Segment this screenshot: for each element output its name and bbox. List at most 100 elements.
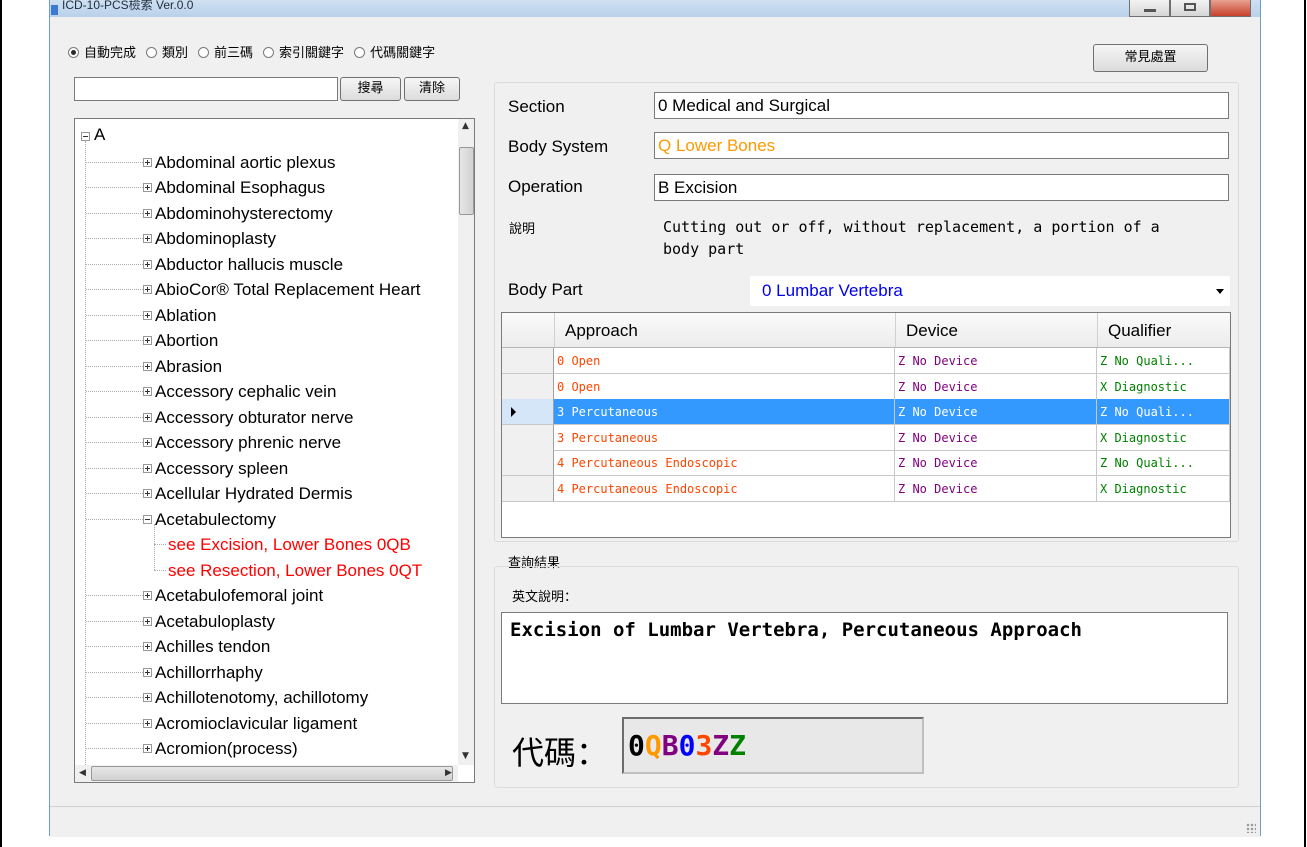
tree-scroll-thumb[interactable] — [459, 147, 474, 215]
minimize-button[interactable] — [1129, 0, 1170, 17]
search-mode-radio[interactable]: 索引關鍵字 — [263, 42, 344, 61]
grid-cell-device[interactable]: Z No Device — [895, 373, 1097, 400]
grid-cell-approach[interactable]: 0 Open — [554, 373, 895, 400]
radio-icon[interactable] — [263, 47, 275, 58]
tree-node-label[interactable]: Abdominal Esophagus — [155, 175, 325, 200]
tree-node-label[interactable]: Accessory phrenic nerve — [155, 430, 341, 455]
clear-button[interactable]: 清除 — [404, 77, 460, 101]
tree-node-label[interactable]: Achilles tendon — [155, 634, 270, 659]
column-header-qualifier[interactable]: Qualifier — [1097, 313, 1230, 347]
grid-cell-approach[interactable]: 3 Percutaneous — [554, 424, 895, 451]
tree-node-label[interactable]: Acromion(process) — [155, 736, 298, 761]
expand-icon[interactable] — [143, 438, 152, 447]
expand-icon[interactable] — [143, 489, 152, 498]
expand-icon[interactable] — [143, 387, 152, 396]
scroll-down-icon[interactable]: ▼ — [462, 751, 469, 761]
expand-icon[interactable] — [143, 208, 152, 218]
row-header[interactable] — [502, 424, 554, 451]
tree-node-label[interactable]: Abdominal aortic plexus — [155, 150, 335, 175]
grid-cell-device[interactable]: Z No Device — [895, 399, 1097, 426]
grid-cell-device[interactable]: Z No Device — [895, 348, 1097, 374]
grid-cell-approach[interactable]: 4 Percutaneous Endoscopic — [554, 476, 895, 502]
tree-node-label[interactable]: Acromioclavicular ligament — [155, 711, 357, 736]
tree-node-label[interactable]: Accessory obturator nerve — [155, 405, 353, 430]
grid-cell-qualifier[interactable]: X Diagnostic — [1097, 476, 1230, 502]
search-input[interactable] — [74, 77, 338, 101]
radio-icon[interactable] — [354, 47, 366, 58]
grid-cell-device[interactable]: Z No Device — [895, 450, 1097, 477]
close-button[interactable] — [1210, 0, 1251, 17]
expand-icon[interactable] — [143, 693, 152, 702]
tree-horizontal-scrollbar[interactable]: ◀ ▶ — [75, 765, 458, 782]
tree-node-label[interactable]: Accessory cephalic vein — [155, 379, 336, 404]
grid-row[interactable]: 4 Percutaneous Endoscopic Z No Device Z No… — [502, 450, 1230, 477]
expand-icon[interactable] — [143, 642, 152, 651]
tree-node-label[interactable]: Acetabulectomy — [155, 507, 276, 532]
tree-node-label[interactable]: Abrasion — [155, 354, 222, 379]
collapse-icon[interactable] — [81, 132, 90, 141]
grid-row[interactable]: 3 Percutaneous Z No Device Z No Quali... — [502, 399, 1230, 426]
index-tree[interactable]: A Abdominal aortic plexus Abdominal Esopha… — [74, 118, 475, 783]
expand-icon[interactable] — [143, 463, 152, 473]
search-mode-radio[interactable]: 類別 — [146, 42, 188, 61]
column-header-device[interactable]: Device — [895, 313, 1097, 347]
tree-node-label[interactable]: Abdominohysterectomy — [155, 201, 333, 226]
grid-cell-qualifier[interactable]: X Diagnostic — [1097, 373, 1230, 400]
tree-node-label[interactable]: Acetabuloplasty — [155, 609, 275, 634]
expand-icon[interactable] — [143, 157, 152, 167]
body-part-dropdown[interactable]: 0 Lumbar Vertebra — [750, 276, 1230, 306]
grid-cell-qualifier[interactable]: Z No Quali... — [1097, 450, 1230, 477]
tree-node-label[interactable]: Abductor hallucis muscle — [155, 252, 343, 277]
search-button[interactable]: 搜尋 — [340, 77, 401, 101]
tree-node-label[interactable]: Abdominoplasty — [155, 226, 276, 251]
tree-node-label[interactable]: Abortion — [155, 328, 218, 353]
row-header[interactable] — [502, 348, 554, 374]
search-mode-radio[interactable]: 前三碼 — [198, 42, 253, 61]
expand-icon[interactable] — [143, 234, 152, 243]
grid-cell-device[interactable]: Z No Device — [895, 476, 1097, 502]
expand-icon[interactable] — [143, 285, 152, 294]
chevron-down-icon[interactable] — [1216, 289, 1224, 294]
radio-icon[interactable] — [146, 47, 158, 58]
grid-cell-device[interactable]: Z No Device — [895, 424, 1097, 451]
grid-cell-qualifier[interactable]: X Diagnostic — [1097, 424, 1230, 451]
grid-row[interactable]: 3 Percutaneous Z No Device X Diagnostic — [502, 424, 1230, 451]
tree-node-label[interactable]: Ablation — [155, 303, 216, 328]
row-header[interactable] — [502, 476, 554, 502]
tree-node-label[interactable]: Achillotenotomy, achillotomy — [155, 685, 368, 710]
tree-leaf-link[interactable]: see Resection, Lower Bones 0QT — [168, 558, 422, 583]
expand-icon[interactable] — [143, 336, 152, 345]
tree-node-label[interactable]: Achillorrhaphy — [155, 660, 263, 685]
row-header[interactable] — [502, 373, 554, 400]
expand-icon[interactable] — [143, 361, 152, 371]
expand-icon[interactable] — [143, 591, 152, 600]
grid-row[interactable]: 0 Open Z No Device X Diagnostic — [502, 373, 1230, 400]
expand-icon[interactable] — [143, 616, 152, 626]
expand-icon[interactable] — [143, 183, 152, 192]
title-bar[interactable]: ICD-10-PCS檢索 Ver.0.0 — [50, 0, 1260, 17]
expand-icon[interactable] — [143, 412, 152, 422]
tree-node-label[interactable]: Acetabulofemoral joint — [155, 583, 323, 608]
search-mode-radio[interactable]: 自動完成 — [68, 42, 136, 61]
search-mode-radio[interactable]: 代碼關鍵字 — [354, 42, 435, 61]
common-procedures-button[interactable]: 常見處置 — [1093, 44, 1208, 72]
grid-row[interactable]: 4 Percutaneous Endoscopic Z No Device X Di… — [502, 476, 1230, 502]
tree-root-label[interactable]: A — [94, 122, 105, 147]
tree-node-label[interactable]: Acellular Hydrated Dermis — [155, 481, 352, 506]
grid-cell-qualifier[interactable]: Z No Quali... — [1097, 348, 1230, 374]
column-header-approach[interactable]: Approach — [554, 313, 895, 347]
scroll-left-icon[interactable]: ◀ — [79, 768, 86, 778]
radio-icon[interactable] — [68, 47, 79, 58]
approach-grid[interactable]: Approach Device Qualifier 0 Open Z No Dev… — [501, 312, 1231, 538]
expand-icon[interactable] — [143, 259, 152, 269]
expand-icon[interactable] — [143, 667, 152, 677]
radio-icon[interactable] — [198, 47, 210, 58]
row-header[interactable] — [502, 450, 554, 477]
tree-vertical-scrollbar[interactable]: ▲ ▼ — [458, 119, 474, 765]
grid-cell-approach[interactable]: 0 Open — [554, 348, 895, 374]
grid-cell-approach[interactable]: 4 Percutaneous Endoscopic — [554, 450, 895, 477]
row-header[interactable] — [502, 399, 554, 426]
grid-row[interactable]: 0 Open Z No Device Z No Quali... — [502, 348, 1230, 374]
tree-node-label[interactable]: AbioCor® Total Replacement Heart — [155, 277, 420, 302]
grid-cell-qualifier[interactable]: Z No Quali... — [1097, 399, 1230, 426]
